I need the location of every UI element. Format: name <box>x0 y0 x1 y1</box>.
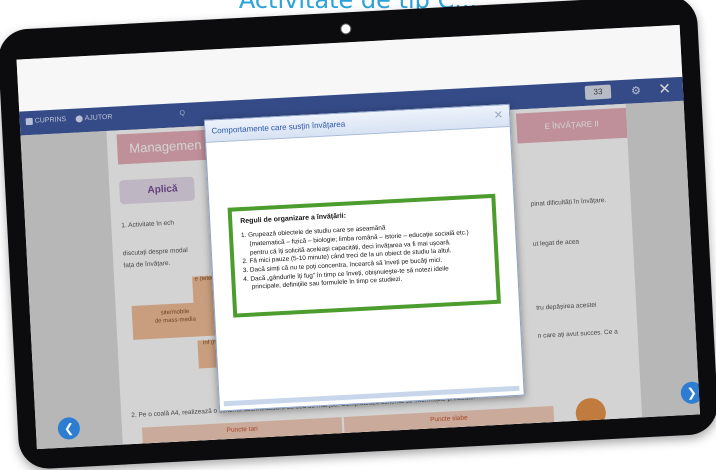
tablet-screen: CUPRINS AJUTOR Q 33 ⚙ ✕ Managemen E ÎNVĂ… <box>16 24 701 450</box>
rules-box: Reguli de organizare a învățării: 1. Gru… <box>227 193 501 318</box>
close-icon[interactable]: ✕ <box>494 108 504 121</box>
popup-dialog: Comportamente care susțin învățarea ✕ Re… <box>203 103 525 412</box>
tablet-device: CUPRINS AJUTOR Q 33 ⚙ ✕ Managemen E ÎNVĂ… <box>0 0 716 470</box>
